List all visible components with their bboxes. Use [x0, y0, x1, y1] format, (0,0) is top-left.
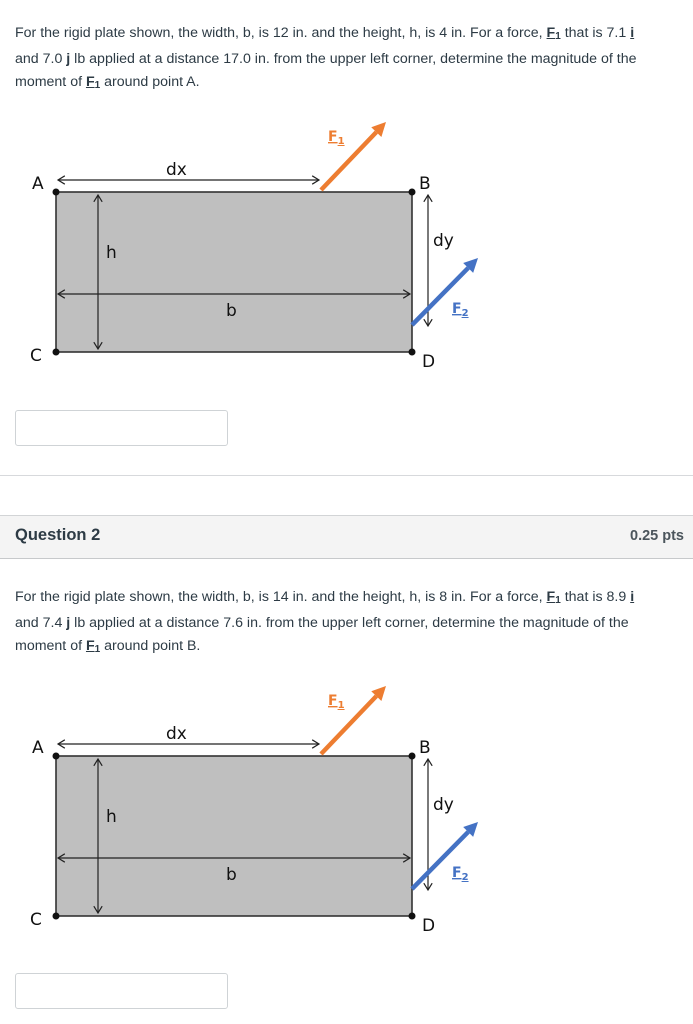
question-1-line-3: moment of F1 around point A.: [15, 74, 200, 91]
question-1-diagram: A B C Ddx h b dy F1 F2: [30, 122, 478, 372]
point-a-label: A: [32, 738, 44, 758]
point-d-dot: [408, 912, 416, 920]
unit-vector-i: i: [630, 589, 635, 605]
point-c-label: C: [30, 910, 42, 930]
point-a-dot: [52, 188, 60, 196]
point-d-label: D: [422, 352, 435, 372]
point-d-label: D: [422, 916, 435, 936]
force-f2-diagram-label: F2: [452, 301, 469, 319]
rigid-plate: [55, 755, 413, 917]
point-b-label: B: [419, 174, 431, 194]
point-a-dot: [52, 752, 60, 760]
dx-label: dx: [166, 724, 187, 744]
question-2-points: 0.25 pts: [630, 528, 684, 544]
question-2-line-1: For the rigid plate shown, the width, b,…: [15, 589, 635, 606]
point-c-dot: [52, 348, 60, 356]
question-2-line-3: moment of F1 around point B.: [15, 638, 201, 655]
h-label: h: [106, 243, 117, 263]
point-d-dot: [408, 348, 416, 356]
rigid-plate: [55, 191, 413, 353]
point-c-dot: [52, 912, 60, 920]
dx-label: dx: [166, 160, 187, 180]
question-2-diagram: A B C Ddx h b dy F1 F2: [30, 686, 478, 936]
force-f1-label: F1: [85, 74, 101, 91]
question-1-line-1: For the rigid plate shown, the width, b,…: [15, 25, 635, 42]
dy-label: dy: [433, 231, 454, 251]
question-2-title: Question 2: [15, 526, 101, 544]
question-1-text: For the rigid plate shown, the width, b,…: [15, 22, 685, 97]
question-divider: [0, 475, 693, 476]
question-2-line-2: and 7.4 j lb applied at a distance 7.6 i…: [15, 615, 629, 631]
question-2-header: Question 2 0.25 pts: [0, 515, 693, 559]
question-1-line-2: and 7.0 j lb applied at a distance 17.0 …: [15, 51, 637, 67]
question-2-answer-input[interactable]: [15, 973, 228, 1009]
point-c-label: C: [30, 346, 42, 366]
point-b-dot: [408, 188, 416, 196]
force-f2-diagram-label: F2: [452, 865, 469, 883]
dy-label: dy: [433, 795, 454, 815]
force-f1-diagram-label: F1: [328, 693, 345, 711]
point-b-dot: [408, 752, 416, 760]
question-2-text: For the rigid plate shown, the width, b,…: [15, 586, 685, 661]
b-label: b: [226, 301, 237, 321]
question-1-answer-input[interactable]: [15, 410, 228, 446]
unit-vector-i: i: [630, 25, 635, 41]
force-f1-label: F1: [85, 638, 101, 655]
force-f1-label: F1: [546, 25, 561, 42]
point-b-label: B: [419, 738, 431, 758]
point-a-label: A: [32, 174, 44, 194]
force-f1-label: F1: [546, 589, 561, 606]
b-label: b: [226, 865, 237, 885]
h-label: h: [106, 807, 117, 827]
force-f1-diagram-label: F1: [328, 129, 345, 147]
